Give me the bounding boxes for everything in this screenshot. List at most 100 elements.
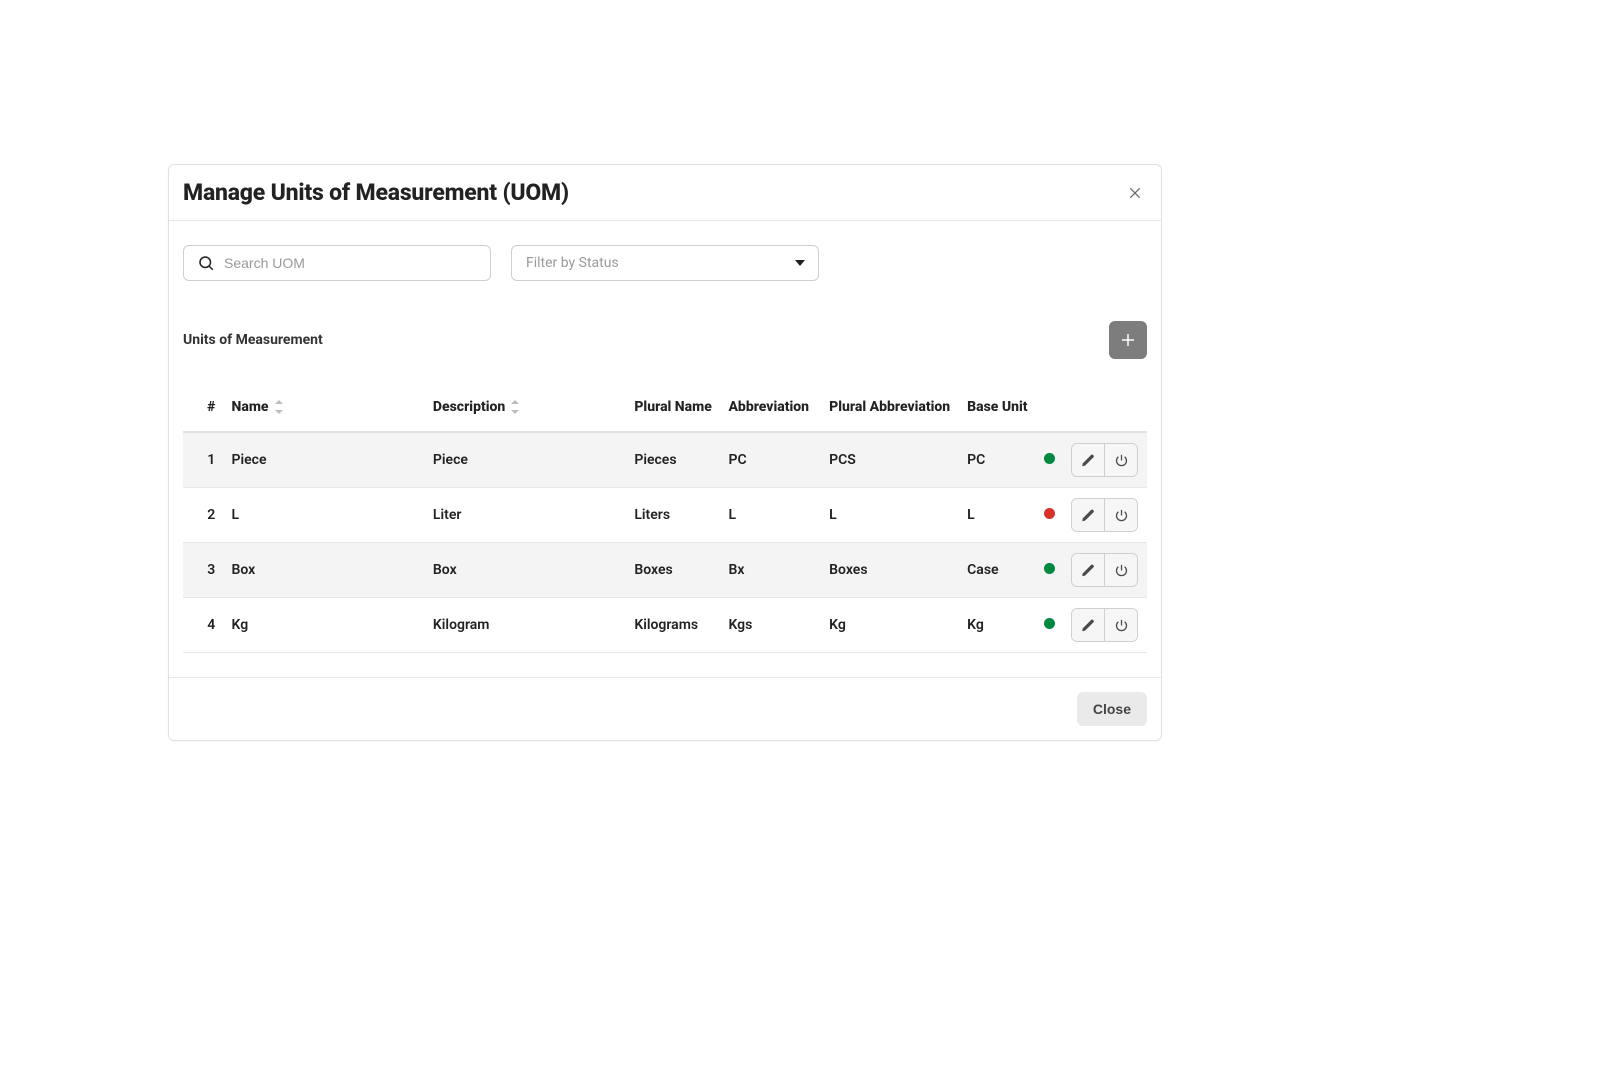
cell-actions [1063, 432, 1147, 488]
table-row: 3 Box Box Boxes Bx Boxes Case [183, 543, 1147, 598]
th-status [1036, 383, 1063, 432]
th-index[interactable]: # [183, 383, 224, 432]
sort-icon [511, 400, 521, 414]
cell-plural-name: Liters [626, 488, 720, 543]
status-filter-wrap: Filter by Status [511, 245, 819, 281]
row-actions [1071, 443, 1138, 477]
th-base-unit[interactable]: Base Unit [959, 383, 1036, 432]
cell-base-unit: L [959, 488, 1036, 543]
power-icon [1114, 508, 1129, 523]
plus-icon [1119, 331, 1137, 349]
table-body: 1 Piece Piece Pieces PC PCS PC [183, 432, 1147, 653]
cell-base-unit: Kg [959, 598, 1036, 653]
controls-row: Filter by Status [183, 245, 1147, 281]
modal-footer: Close [169, 677, 1161, 740]
table-row: 1 Piece Piece Pieces PC PCS PC [183, 432, 1147, 488]
th-actions [1063, 383, 1147, 432]
toggle-status-button[interactable] [1104, 554, 1137, 586]
cell-name: Piece [224, 432, 425, 488]
search-wrap [183, 245, 491, 281]
th-abbreviation[interactable]: Abbreviation [720, 383, 821, 432]
uom-table: # Name Description Plural Name Abbreviat… [183, 383, 1147, 653]
cell-index: 2 [183, 488, 224, 543]
cell-actions [1063, 543, 1147, 598]
power-icon [1114, 563, 1129, 578]
table-header-row: # Name Description Plural Name Abbreviat… [183, 383, 1147, 432]
cell-name: Kg [224, 598, 425, 653]
modal-body: Filter by Status Units of Measurement # … [169, 221, 1161, 677]
cell-abbreviation: Kgs [720, 598, 821, 653]
cell-name: Box [224, 543, 425, 598]
edit-button[interactable] [1072, 609, 1104, 641]
toggle-status-button[interactable] [1104, 499, 1137, 531]
cell-plural-name: Boxes [626, 543, 720, 598]
th-name[interactable]: Name [224, 383, 425, 432]
section-title: Units of Measurement [183, 332, 323, 348]
toggle-status-button[interactable] [1104, 444, 1137, 476]
cell-index: 4 [183, 598, 224, 653]
cell-abbreviation: Bx [720, 543, 821, 598]
cell-base-unit: Case [959, 543, 1036, 598]
cell-description: Liter [425, 488, 626, 543]
th-description[interactable]: Description [425, 383, 626, 432]
cell-index: 1 [183, 432, 224, 488]
power-icon [1114, 618, 1129, 633]
cell-description: Piece [425, 432, 626, 488]
th-plural-abbreviation-label: Plural Abbreviation [829, 399, 950, 415]
cell-status [1036, 432, 1063, 488]
power-icon [1114, 453, 1129, 468]
status-dot-active-icon [1044, 453, 1055, 464]
cell-status [1036, 543, 1063, 598]
search-input[interactable] [183, 245, 491, 281]
chevron-down-icon [795, 260, 805, 266]
edit-button[interactable] [1072, 499, 1104, 531]
cell-description: Kilogram [425, 598, 626, 653]
table-row: 2 L Liter Liters L L L [183, 488, 1147, 543]
cell-abbreviation: PC [720, 432, 821, 488]
status-dot-active-icon [1044, 563, 1055, 574]
modal-header: Manage Units of Measurement (UOM) [169, 165, 1161, 221]
cell-actions [1063, 488, 1147, 543]
pencil-icon [1081, 563, 1096, 578]
th-plural-name-label: Plural Name [634, 399, 711, 415]
edit-button[interactable] [1072, 444, 1104, 476]
cell-name: L [224, 488, 425, 543]
cell-plural-abbreviation: Kg [821, 598, 959, 653]
toggle-status-button[interactable] [1104, 609, 1137, 641]
manage-uom-modal: Manage Units of Measurement (UOM) Filter… [168, 164, 1162, 741]
row-actions [1071, 553, 1138, 587]
close-icon-button[interactable] [1123, 181, 1147, 205]
th-abbreviation-label: Abbreviation [728, 399, 809, 415]
search-icon [197, 254, 215, 272]
cell-base-unit: PC [959, 432, 1036, 488]
status-filter-placeholder: Filter by Status [526, 255, 619, 271]
pencil-icon [1081, 453, 1096, 468]
th-name-label: Name [232, 399, 269, 415]
close-icon [1127, 185, 1143, 201]
cell-plural-abbreviation: L [821, 488, 959, 543]
cell-description: Box [425, 543, 626, 598]
th-index-label: # [207, 399, 215, 415]
cell-plural-abbreviation: PCS [821, 432, 959, 488]
cell-plural-name: Pieces [626, 432, 720, 488]
status-dot-inactive-icon [1044, 508, 1055, 519]
status-dot-active-icon [1044, 618, 1055, 629]
cell-index: 3 [183, 543, 224, 598]
pencil-icon [1081, 618, 1096, 633]
th-description-label: Description [433, 399, 505, 415]
th-plural-name[interactable]: Plural Name [626, 383, 720, 432]
cell-status [1036, 488, 1063, 543]
section-row: Units of Measurement [183, 321, 1147, 359]
add-uom-button[interactable] [1109, 321, 1147, 359]
th-plural-abbreviation[interactable]: Plural Abbreviation [821, 383, 959, 432]
cell-plural-abbreviation: Boxes [821, 543, 959, 598]
sort-icon [275, 400, 285, 414]
status-filter-select[interactable]: Filter by Status [511, 245, 819, 281]
pencil-icon [1081, 508, 1096, 523]
row-actions [1071, 608, 1138, 642]
cell-actions [1063, 598, 1147, 653]
close-button[interactable]: Close [1077, 692, 1147, 726]
cell-plural-name: Kilograms [626, 598, 720, 653]
edit-button[interactable] [1072, 554, 1104, 586]
cell-abbreviation: L [720, 488, 821, 543]
